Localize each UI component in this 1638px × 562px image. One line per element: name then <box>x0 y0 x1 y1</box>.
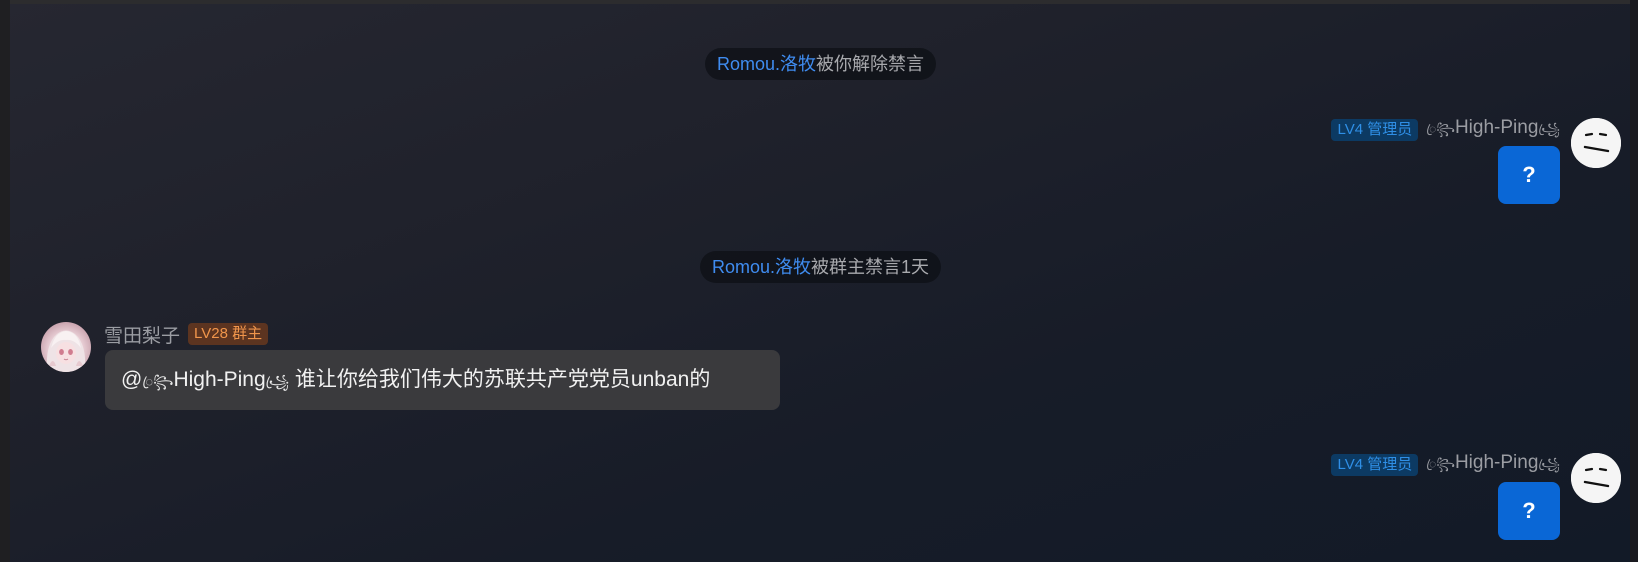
message-meta: 雪田梨子 LV28 群主 <box>104 321 269 348</box>
mention[interactable]: @ꦿ꧂High-Ping꧁ꦿ <box>121 368 289 391</box>
nickname-decoration: ꧁ꦿ <box>1538 121 1560 136</box>
message-meta: LV4 管理员 ꦿ꧂High-Ping꧁ꦿ <box>1331 117 1560 143</box>
message-meta: LV4 管理员 ꦿ꧂High-Ping꧁ꦿ <box>1331 452 1560 478</box>
nickname-decoration: ꦿ꧂ <box>1426 121 1455 136</box>
notice-user-link[interactable]: Romou.洛牧 <box>717 54 816 74</box>
nickname-decoration: ꦿ꧂ <box>1426 456 1455 471</box>
window-top-border <box>0 0 1638 4</box>
nickname-decoration: ꧁ꦿ <box>1538 456 1560 471</box>
notice-user-link[interactable]: Romou.洛牧 <box>712 257 811 277</box>
nickname-text: High-Ping <box>1454 116 1539 138</box>
nickname-decoration: ꧁ꦿ <box>265 374 290 389</box>
message-bubble[interactable]: ? <box>1498 146 1560 204</box>
mention-name: High-Ping <box>173 368 266 391</box>
nickname-text: High-Ping <box>1454 451 1539 473</box>
notice-text: 被你解除禁言 <box>816 54 925 74</box>
system-notice: Romou.洛牧被群主禁言1天 <box>700 251 942 283</box>
member-level-badge: LV4 管理员 <box>1331 119 1419 141</box>
nickname-decoration: ꦿ꧂ <box>142 374 174 389</box>
message-bubble[interactable]: ? <box>1498 482 1560 540</box>
message-text: 谁让你给我们伟大的苏联共产党党员unban的 <box>294 368 711 391</box>
sender-nickname[interactable]: 雪田梨子 <box>104 321 180 348</box>
mention-prefix: @ <box>121 368 143 391</box>
anime-girl-avatar-icon[interactable] <box>41 322 91 372</box>
sender-nickname[interactable]: ꦿ꧂High-Ping꧁ꦿ <box>1426 452 1560 479</box>
notice-text: 被群主禁言1天 <box>811 257 930 277</box>
system-notice: Romou.洛牧被你解除禁言 <box>705 48 937 80</box>
message-bubble[interactable]: @ꦿ꧂High-Ping꧁ꦿ 谁让你给我们伟大的苏联共产党党员unban的 <box>105 350 780 410</box>
meh-face-icon[interactable] <box>1571 453 1621 503</box>
sender-nickname[interactable]: ꦿ꧂High-Ping꧁ꦿ <box>1426 117 1560 144</box>
window-right-border <box>1630 0 1638 562</box>
member-level-badge: LV28 群主 <box>188 323 269 345</box>
window-left-border <box>0 0 10 562</box>
meh-face-icon[interactable] <box>1571 118 1621 168</box>
chat-window: Romou.洛牧被你解除禁言 LV4 管理员 ꦿ꧂High-Ping꧁ꦿ ? R… <box>0 0 1638 562</box>
member-level-badge: LV4 管理员 <box>1331 454 1419 476</box>
